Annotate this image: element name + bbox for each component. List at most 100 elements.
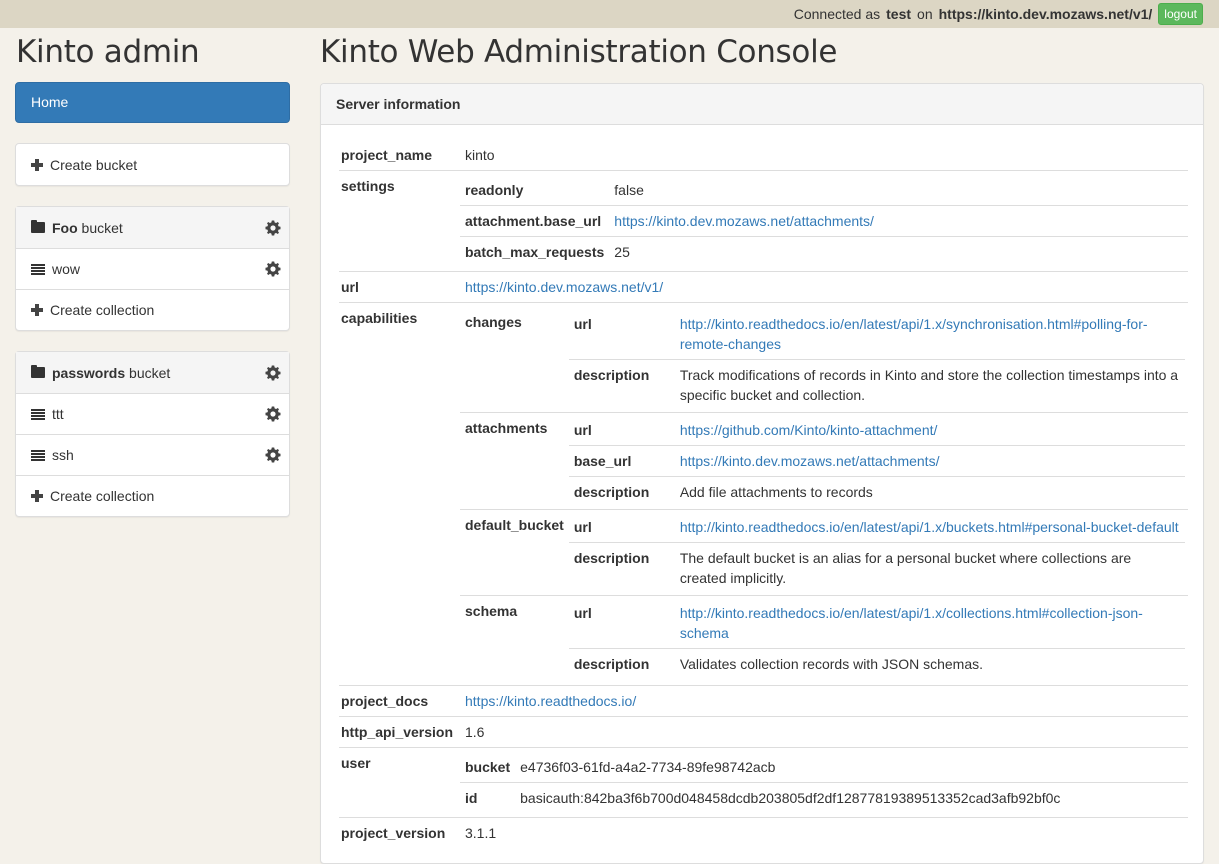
value-user-id: basicauth:842ba3f6b700d048458dcdb203805d…	[515, 782, 1188, 813]
link-changes-url[interactable]: http://kinto.readthedocs.io/en/latest/ap…	[680, 316, 1148, 352]
table-row: project_docs https://kinto.readthedocs.i…	[339, 685, 1188, 717]
table-row: http_api_version 1.6	[339, 716, 1188, 748]
bucket-name: passwords	[52, 364, 126, 381]
key-project-docs: project_docs	[339, 685, 460, 717]
key-settings: settings	[339, 170, 460, 272]
key-readonly: readonly	[465, 182, 524, 198]
sidebar-home-link[interactable]: Home	[15, 82, 290, 123]
gear-icon[interactable]	[265, 365, 281, 381]
table-row: project_name kinto	[339, 140, 1188, 171]
link-server-url[interactable]: https://kinto.dev.mozaws.net/v1/	[465, 279, 663, 295]
key-url: url	[339, 271, 460, 303]
key-url: url	[573, 519, 592, 535]
bucket-suffix: bucket	[129, 364, 171, 381]
folder-icon	[31, 365, 45, 378]
collection-name: ssh	[52, 447, 74, 463]
link-schema-url[interactable]: http://kinto.readthedocs.io/en/latest/ap…	[680, 605, 1143, 641]
collection-name: wow	[52, 261, 81, 277]
user-table: bucket e4736f03-61fd-a4a2-7734-89fe98742a…	[460, 752, 1188, 813]
create-collection-link[interactable]: Create collection	[16, 475, 289, 516]
gear-icon[interactable]	[265, 406, 281, 422]
changes-table: url http://kinto.readthedocs.io/en/latest…	[568, 309, 1185, 410]
gear-icon[interactable]	[265, 220, 281, 236]
table-row: settings readonly false attachment.base_u…	[339, 170, 1188, 272]
key-default-bucket: default_bucket	[460, 509, 569, 596]
create-bucket-panel: Create bucket	[15, 143, 290, 186]
schema-table: url http://kinto.readthedocs.io/en/latest…	[568, 598, 1185, 679]
settings-table: readonly false attachment.base_url https:/…	[460, 175, 1188, 267]
key-url: url	[573, 605, 592, 621]
key-attachments: attachments	[460, 412, 569, 510]
key-description: description	[568, 542, 675, 593]
capabilities-table: changes url http://kinto.readthedocs.io/e…	[460, 307, 1188, 681]
create-collection-label: Create collection	[50, 302, 155, 318]
connected-on: on	[917, 6, 933, 22]
value-project-version: 3.1.1	[460, 817, 1188, 848]
plus-icon	[31, 490, 43, 502]
page-title: Kinto Web Administration Console	[320, 34, 838, 70]
key-url: url	[573, 422, 592, 438]
collection-item-wow[interactable]: wow	[16, 248, 289, 289]
value-batch-max-requests: 25	[609, 236, 1188, 267]
key-description: description	[568, 648, 675, 679]
link-project-docs[interactable]: https://kinto.readthedocs.io/	[465, 693, 636, 709]
list-icon	[31, 263, 45, 275]
key-url: url	[573, 316, 592, 332]
brand-title: Kinto admin	[16, 34, 200, 70]
plus-icon	[31, 158, 43, 171]
attachments-table: url https://github.com/Kinto/kinto-attach…	[568, 415, 1185, 507]
key-project-version: project_version	[339, 817, 460, 848]
collection-item-ssh[interactable]: ssh	[16, 434, 289, 475]
value-attachments-description: Add file attachments to records	[674, 476, 1185, 507]
logout-button[interactable]: logout	[1158, 3, 1203, 25]
bucket-panel-foo: Foo bucket wow Create collection	[15, 206, 290, 331]
bucket-panel-passwords: passwords bucket ttt ssh Create collecti…	[15, 351, 290, 517]
key-base-url: base_url	[568, 445, 675, 477]
connected-server: https://kinto.dev.mozaws.net/v1/	[938, 6, 1153, 22]
create-bucket-link[interactable]: Create bucket	[16, 144, 289, 185]
value-http-api-version: 1.6	[460, 716, 1188, 748]
key-attachment-base-url: attachment.base_url	[460, 205, 610, 237]
main-content: Kinto Web Administration Console Server …	[320, 28, 1204, 864]
key-user: user	[339, 747, 460, 818]
key-http-api-version: http_api_version	[339, 716, 460, 748]
link-attachment-base-url[interactable]: https://kinto.dev.mozaws.net/attachments…	[614, 213, 874, 229]
value-schema-description: Validates collection records with JSON s…	[674, 648, 1185, 679]
bucket-header-passwords[interactable]: passwords bucket	[16, 352, 289, 393]
key-batch-max-requests: batch_max_requests	[460, 236, 610, 267]
plus-icon	[31, 304, 43, 316]
link-default-bucket-url[interactable]: http://kinto.readthedocs.io/en/latest/ap…	[680, 519, 1179, 535]
key-schema: schema	[460, 595, 569, 681]
key-description: description	[568, 476, 675, 507]
link-attachments-base-url[interactable]: https://kinto.dev.mozaws.net/attachments…	[680, 453, 940, 469]
list-icon	[31, 449, 45, 461]
create-bucket-label: Create bucket	[50, 156, 138, 173]
value-readonly: false	[614, 182, 644, 198]
table-row: project_version 3.1.1	[339, 817, 1188, 848]
create-collection-label: Create collection	[50, 488, 155, 504]
collection-name: ttt	[52, 406, 64, 422]
key-changes: changes	[465, 314, 522, 330]
bucket-name: Foo	[52, 219, 78, 236]
key-project-name: project_name	[341, 147, 433, 163]
key-id: id	[460, 782, 516, 813]
value-project-name: kinto	[465, 147, 495, 163]
default-bucket-table: url http://kinto.readthedocs.io/en/latest…	[568, 512, 1185, 593]
bucket-suffix: bucket	[81, 219, 123, 236]
table-row: url https://kinto.dev.mozaws.net/v1/	[339, 271, 1188, 303]
value-user-bucket: e4736f03-61fd-a4a2-7734-89fe98742acb	[520, 759, 776, 775]
gear-icon[interactable]	[265, 447, 281, 463]
link-attachments-url[interactable]: https://github.com/Kinto/kinto-attachmen…	[680, 422, 938, 438]
table-row: user bucket e4736f03-61fd-a4a2-7734-89fe9…	[339, 747, 1188, 818]
collection-item-ttt[interactable]: ttt	[16, 393, 289, 434]
connected-prefix: Connected as	[793, 6, 881, 22]
create-collection-link[interactable]: Create collection	[16, 289, 289, 330]
server-info-panel: Server information project_name kinto se…	[320, 83, 1204, 864]
folder-icon	[31, 220, 45, 233]
panel-title: Server information	[321, 84, 1203, 125]
key-bucket: bucket	[465, 759, 511, 775]
gear-icon[interactable]	[265, 261, 281, 277]
bucket-header-foo[interactable]: Foo bucket	[16, 207, 289, 248]
table-row: capabilities changes url http://kinto.rea…	[339, 302, 1188, 686]
connected-user: test	[886, 6, 912, 22]
